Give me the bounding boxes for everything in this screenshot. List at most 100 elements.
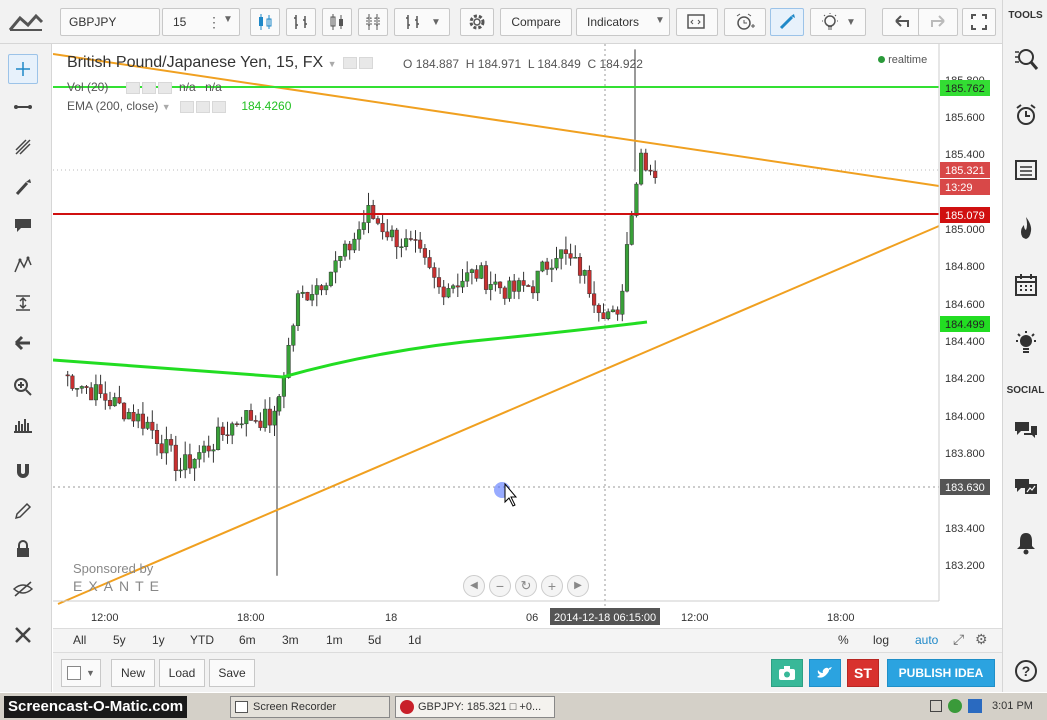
twitter-button[interactable] [809,659,841,687]
prediction-tool[interactable] [8,288,38,318]
zoom-out-button[interactable]: − [489,575,511,597]
brush-icon [779,14,795,30]
lock-icon [17,540,29,557]
candle-body [150,421,155,431]
measure-tool[interactable] [8,410,38,440]
scroll-right-button[interactable]: ▶ [567,575,589,597]
period-1m[interactable]: 1m [326,633,343,647]
alert-button[interactable] [724,8,766,36]
symbol-search-input[interactable]: GBPJPY [60,8,160,36]
settings-mini-icon[interactable] [343,56,358,69]
hide-mini-icon[interactable] [195,100,210,113]
publish-idea-button[interactable]: PUBLISH IDEA [887,659,995,687]
period-all[interactable]: All [73,633,86,647]
ideas-stream-button[interactable] [1011,328,1041,358]
compare-button[interactable]: Compare [500,8,572,36]
indicators-button[interactable]: Indicators ▼ [576,8,670,36]
candle-body [512,280,517,292]
chat-button[interactable] [1011,415,1041,445]
stay-drawing-tool[interactable] [8,496,38,526]
undo-button[interactable] [882,8,922,36]
hotlist-button[interactable] [1011,213,1041,243]
watchlist-button[interactable] [1011,155,1041,185]
scroll-left-button[interactable]: ◀ [463,575,485,597]
settings-button[interactable] [460,8,494,36]
auto-toggle[interactable]: auto [915,633,938,647]
candle-body [136,413,141,422]
expand-icon[interactable]: ⤢ [953,631,964,648]
close-mini-icon[interactable] [359,56,374,69]
brush-icon [15,179,31,196]
notifications-button[interactable] [1011,528,1041,558]
reset-button[interactable]: ↻ [515,575,537,597]
candle-body [291,325,296,346]
sponsor-text: Sponsored by EXANTE [73,561,165,594]
close-mini-icon[interactable] [157,81,172,94]
chart-type-select[interactable]: ▼ [394,8,450,36]
period-3m[interactable]: 3m [282,633,299,647]
drawing-brush-button[interactable] [770,8,804,36]
public-chat-button[interactable] [1011,472,1041,502]
close-mini-icon[interactable] [211,100,226,113]
lock-tool[interactable] [8,534,38,564]
alerts-button[interactable] [1011,100,1041,130]
recorder-brand: Screencast-O-Matic.com [4,696,188,718]
stocktwits-button[interactable]: ST [847,659,879,687]
redo-button[interactable] [918,8,958,36]
tools-heading: TOOLS [1008,10,1043,21]
crosshair-tool[interactable] [8,54,38,84]
candle-body [267,408,272,426]
price-tick: 184.000 [945,411,985,423]
trend-line-tool[interactable] [8,92,38,122]
hide-drawings-tool[interactable] [8,574,38,604]
chart-pane[interactable]: 185.800185.600185.400185.200185.000184.8… [53,44,1002,628]
load-chart-button[interactable]: Load [159,659,205,687]
period-1d[interactable]: 1d [408,633,421,647]
taskbar-browser[interactable]: GBPJPY: 185.321 □ +0... [395,696,555,718]
chart-canvas[interactable]: 185.800185.600185.400185.200185.000184.8… [53,44,1002,628]
interval-select[interactable]: 15 ⋮ ▼ [162,8,240,36]
zoom-tool[interactable] [8,372,38,402]
period-5d[interactable]: 5d [368,633,381,647]
calendar-button[interactable] [1011,270,1041,300]
period-ytd[interactable]: YTD [190,633,214,647]
help-button[interactable]: ? [1011,656,1041,686]
candle-body [112,397,117,407]
remove-drawings-tool[interactable] [8,620,38,650]
hollow-candles-button[interactable] [322,8,352,36]
ideas-button[interactable]: ▼ [810,8,866,36]
zoom-in-button[interactable]: + [541,575,563,597]
candle-body [624,244,630,292]
period-5y[interactable]: 5y [113,633,126,647]
magnet-tool[interactable] [8,456,38,486]
percent-toggle[interactable]: % [838,633,849,647]
taskbar-recorder[interactable]: Screen Recorder [230,696,390,718]
settings-mini-icon[interactable] [125,81,140,94]
candle-body [474,269,479,279]
back-tool[interactable] [8,328,38,358]
hide-mini-icon[interactable] [141,81,156,94]
pattern-tool[interactable] [8,250,38,280]
brush-tool[interactable] [8,172,38,202]
logo-icon[interactable] [8,10,44,34]
snapshot-button[interactable] [771,659,803,687]
templates-button[interactable] [676,8,718,36]
save-chart-button[interactable]: Save [209,659,255,687]
log-toggle[interactable]: log [873,633,889,647]
period-6m[interactable]: 6m [239,633,256,647]
screener-button[interactable] [1011,44,1041,74]
fullscreen-button[interactable] [962,8,996,36]
bars-style-button[interactable] [286,8,316,36]
tray-window-icon[interactable] [930,700,942,712]
period-1y[interactable]: 1y [152,633,165,647]
layout-select[interactable]: ▼ [61,659,101,687]
settings-mini-icon[interactable] [179,100,194,113]
pitchfork-tool[interactable] [8,132,38,162]
gear-icon[interactable]: ⚙ [975,631,988,648]
new-chart-button[interactable]: New [111,659,155,687]
tray-app-icon[interactable] [948,699,962,713]
candles-style-button[interactable] [250,8,280,36]
tray-dropbox-icon[interactable] [968,699,982,713]
heikin-ashi-button[interactable] [358,8,388,36]
text-tool[interactable] [8,210,38,240]
